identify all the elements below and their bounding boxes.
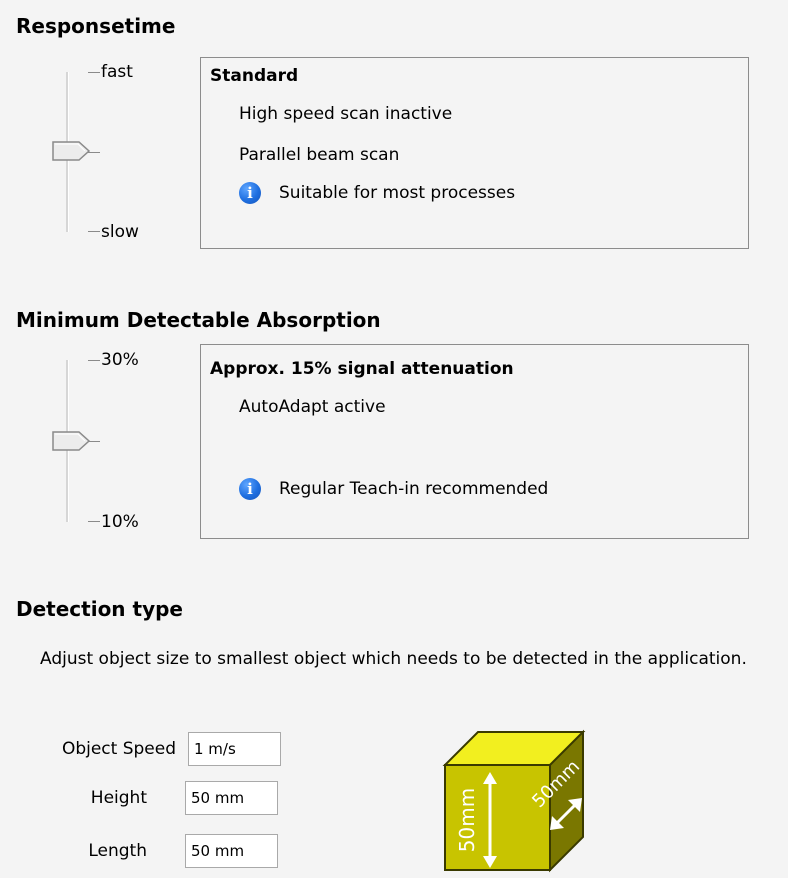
- object-speed-input[interactable]: [188, 732, 281, 766]
- cube-front-label: 50mm: [455, 788, 479, 852]
- height-row: Height: [46, 781, 278, 815]
- responsetime-info-text: Suitable for most processes: [279, 183, 516, 203]
- absorption-mode-title: Approx. 15% signal attenuation: [210, 359, 514, 379]
- responsetime-slider[interactable]: fast slow: [50, 63, 170, 241]
- slider-label-10: 10%: [101, 512, 139, 532]
- height-input[interactable]: [185, 781, 278, 815]
- slider-label-30: 30%: [101, 350, 139, 370]
- slider-label-fast: fast: [101, 62, 133, 82]
- info-icon: i: [239, 478, 261, 500]
- responsetime-mode-title: Standard: [210, 66, 299, 86]
- absorption-info-box: Approx. 15% signal attenuation AutoAdapt…: [200, 344, 749, 539]
- responsetime-title: Responsetime: [16, 14, 176, 38]
- object-speed-label: Object Speed: [61, 739, 176, 759]
- slider-tick-top: [88, 360, 100, 361]
- length-label: Length: [88, 841, 147, 861]
- slider-tick-top: [88, 72, 100, 73]
- object-size-cube-icon: 50mm 50mm: [440, 728, 590, 878]
- detection-description: Adjust object size to smallest object wh…: [40, 649, 747, 669]
- slider-thumb[interactable]: [51, 140, 91, 162]
- slider-tick-bottom: [88, 521, 100, 522]
- absorption-info-row: i Regular Teach-in recommended: [239, 478, 548, 500]
- slider-label-slow: slow: [101, 222, 139, 242]
- absorption-title: Minimum Detectable Absorption: [16, 308, 381, 332]
- absorption-slider[interactable]: 30% 10%: [50, 351, 170, 531]
- length-row: Length: [46, 834, 278, 868]
- responsetime-info-box: Standard High speed scan inactive Parall…: [200, 57, 749, 249]
- responsetime-line-1: High speed scan inactive: [239, 104, 453, 124]
- absorption-line-1: AutoAdapt active: [239, 397, 386, 417]
- responsetime-line-2: Parallel beam scan: [239, 145, 400, 165]
- object-speed-row: Object Speed: [46, 732, 281, 766]
- length-input[interactable]: [185, 834, 278, 868]
- height-label: Height: [90, 788, 147, 808]
- responsetime-info-row: i Suitable for most processes: [239, 182, 515, 204]
- absorption-info-text: Regular Teach-in recommended: [279, 479, 549, 499]
- detection-title: Detection type: [16, 597, 183, 621]
- slider-thumb[interactable]: [51, 430, 91, 452]
- info-icon: i: [239, 182, 261, 204]
- slider-tick-bottom: [88, 231, 100, 232]
